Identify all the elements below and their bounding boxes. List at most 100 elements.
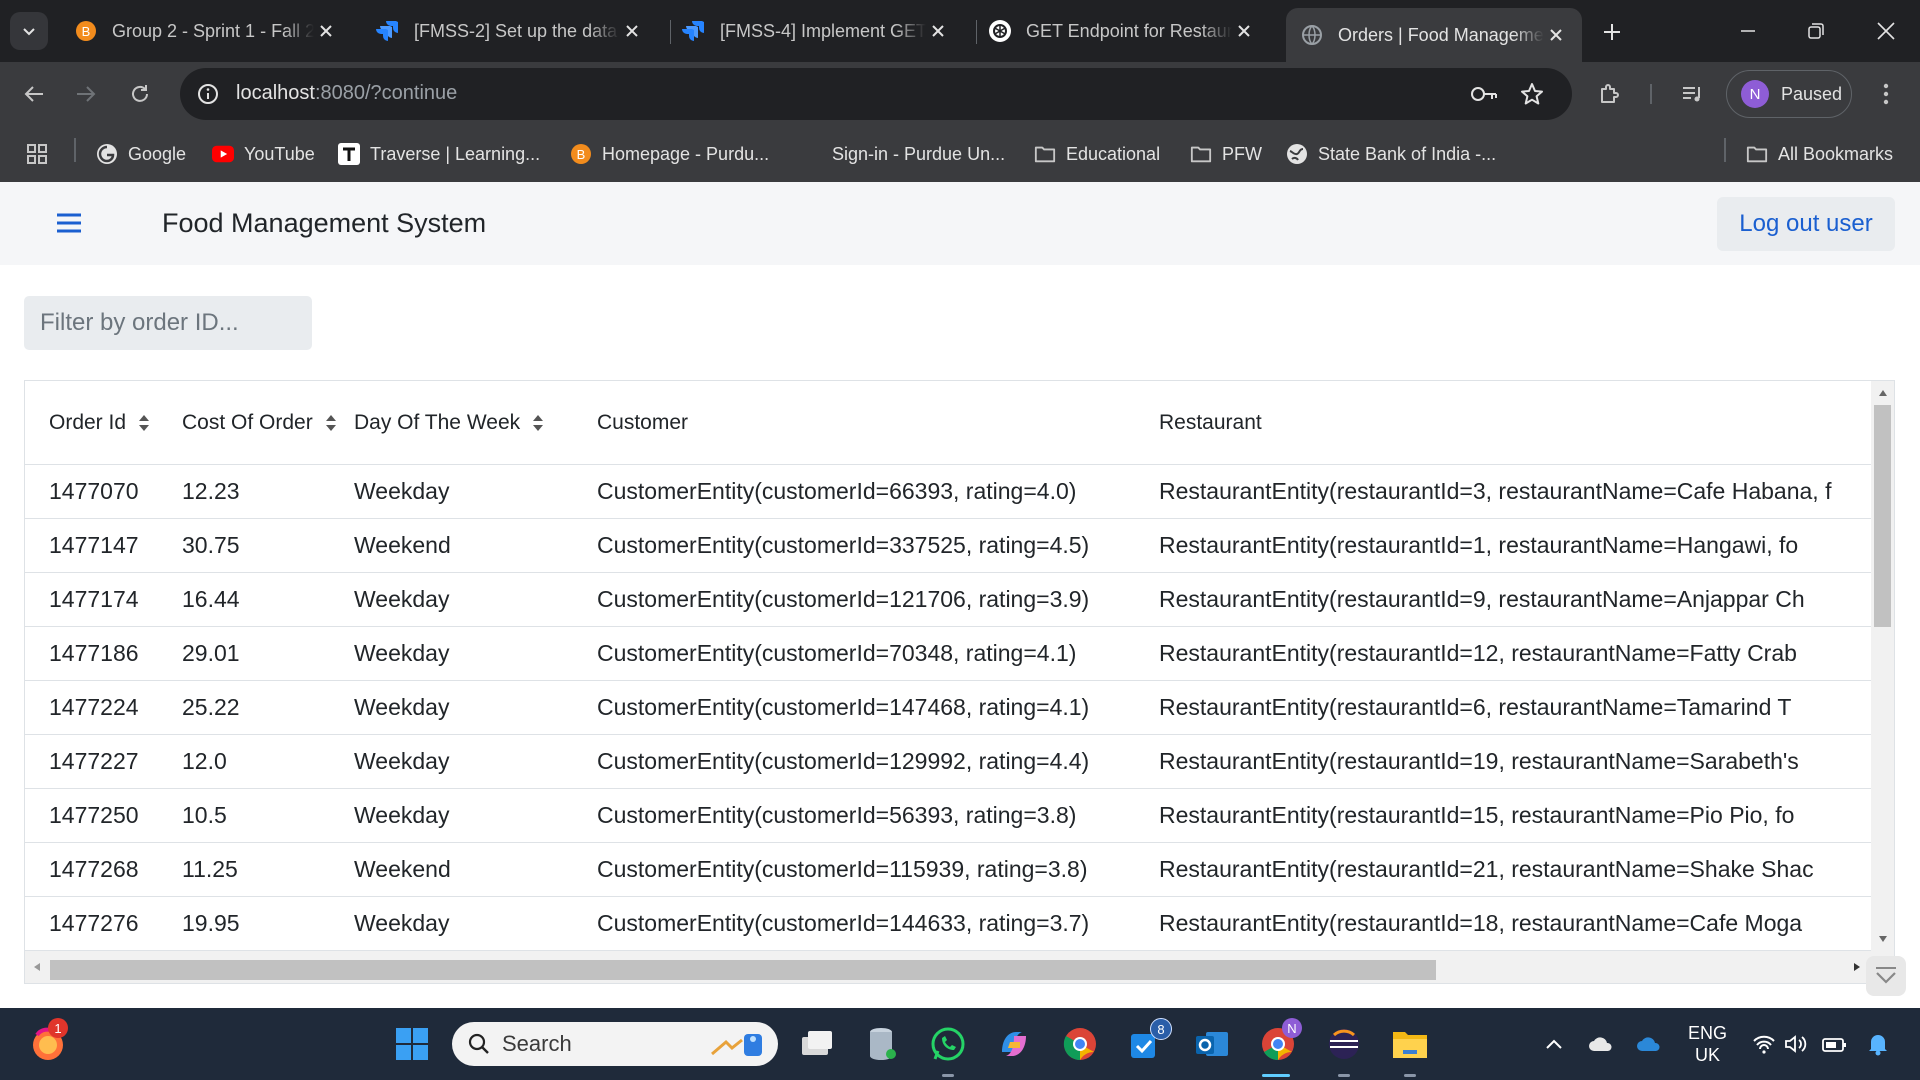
close-icon[interactable] [926,19,950,43]
taskbar-file-explorer[interactable] [1388,1022,1432,1066]
cell-day: Weekday [354,572,597,627]
battery-icon [1821,1034,1849,1054]
show-hidden-icons-button[interactable] [1540,1030,1568,1058]
browser-tab[interactable]: GET Endpoint for Restaur [974,10,1270,52]
all-bookmarks-button[interactable]: All Bookmarks [1746,138,1893,170]
cell-cost: 25.22 [182,680,354,735]
language-code: ENG [1688,1023,1728,1043]
browser-tab[interactable]: [FMSS-2] Set up the data [362,10,658,52]
new-tab-button[interactable] [1596,16,1628,48]
tab-search-button[interactable] [10,12,48,50]
taskbar-search-box[interactable]: Search [452,1022,778,1066]
sort-icon[interactable] [532,414,544,432]
site-info-icon[interactable] [194,80,222,108]
address-bar[interactable]: localhost:8080/?continue [180,68,1572,120]
start-button[interactable] [390,1022,434,1066]
whatsapp-icon [930,1026,966,1062]
taskbar-whatsapp[interactable] [926,1022,970,1066]
wifi-tray[interactable] [1750,1030,1778,1058]
cell-restaurant: RestaurantEntity(restaurantId=3, restaur… [1159,464,1871,519]
bookmark-item[interactable]: State Bank of India -... [1286,138,1496,170]
tab-title: [FMSS-4] Implement GET [720,20,926,41]
taskbar-outlook[interactable] [1190,1022,1234,1066]
forward-button[interactable] [70,78,102,110]
bookmark-item[interactable]: Traverse | Learning... [338,138,540,170]
password-key-icon[interactable] [1470,80,1498,108]
browser-tab[interactable]: [FMSS-4] Implement GET [668,10,964,52]
close-icon[interactable] [1544,23,1568,47]
floating-action-button[interactable] [1866,956,1906,996]
bookmark-item[interactable]: Sign-in - Purdue Un... [800,138,1005,170]
profile-button[interactable]: N Paused [1726,70,1852,118]
url-text: localhost:8080/?continue [236,82,457,105]
column-label: Customer [597,410,689,434]
menu-button[interactable] [54,208,84,238]
bookmark-item[interactable]: Google [96,138,186,170]
minimize-button[interactable] [1720,10,1776,52]
close-icon[interactable] [1232,19,1256,43]
media-control-button[interactable] [1676,78,1708,110]
apps-button[interactable] [26,138,58,170]
profile-badge: N [1282,1018,1302,1038]
volume-tray[interactable] [1782,1030,1810,1058]
onedrive-tray[interactable] [1584,1030,1618,1058]
bookmarks-separator [74,138,76,162]
vertical-scroll-thumb[interactable] [1874,405,1891,627]
language-indicator[interactable]: ENG UK [1688,1022,1727,1066]
cell-day: Weekday [354,680,597,735]
extensions-button[interactable] [1594,78,1626,110]
bookmark-star-icon[interactable] [1518,80,1546,108]
close-icon[interactable] [314,19,338,43]
column-header-cost[interactable]: Cost Of Order [182,381,354,465]
scroll-left-icon[interactable] [31,961,43,973]
taskbar-copilot[interactable] [992,1022,1036,1066]
cell-customer: CustomerEntity(customerId=121706, rating… [597,572,1159,627]
vertical-scrollbar[interactable] [1871,381,1894,951]
bookmark-item[interactable]: YouTube [212,138,315,170]
browser-tab-strip: B Group 2 - Sprint 1 - Fall 2 [FMSS-2] S… [0,0,1920,62]
bookmark-folder[interactable]: Educational [1034,138,1160,170]
bookmark-item[interactable]: B Homepage - Purdu... [570,138,769,170]
order-id-filter-input[interactable] [24,296,312,350]
browser-toolbar: localhost:8080/?continue N Paused [0,62,1920,126]
horizontal-scroll-thumb[interactable] [50,960,1436,980]
taskbar-app[interactable] [860,1022,904,1066]
taskbar-eclipse[interactable] [1322,1022,1366,1066]
onedrive-business-tray[interactable] [1632,1030,1666,1058]
sort-icon[interactable] [138,414,150,432]
table-row: 1477186 29.01 Weekday CustomerEntity(cus… [25,626,1871,681]
logout-button[interactable]: Log out user [1717,197,1895,251]
taskbar-chrome[interactable] [1058,1022,1102,1066]
cloud-icon [1587,1035,1615,1053]
notifications-tray[interactable] [1864,1030,1892,1058]
scroll-down-icon[interactable] [1877,933,1889,945]
taskbar-task-view[interactable] [794,1022,838,1066]
bookmark-label: Traverse | Learning... [370,143,541,164]
running-indicator [942,1074,954,1077]
bookmark-label: YouTube [244,143,315,164]
close-window-button[interactable] [1858,10,1914,52]
column-header-order-id[interactable]: Order Id [25,381,182,465]
back-button[interactable] [18,78,50,110]
browser-tab[interactable]: B Group 2 - Sprint 1 - Fall 2 [60,10,352,52]
close-icon[interactable] [620,19,644,43]
battery-tray[interactable] [1820,1030,1850,1058]
browser-menu-button[interactable] [1870,78,1902,110]
scroll-right-icon[interactable] [1851,961,1863,973]
orders-table-viewport: Order Id Cost Of Order Day Of The Week C… [25,381,1871,951]
bookmark-folder[interactable]: PFW [1190,138,1262,170]
more-vertical-icon [1882,82,1890,106]
database-icon [867,1026,897,1062]
cell-order-id: 1477186 [25,626,182,681]
horizontal-scrollbar[interactable] [25,951,1894,983]
column-header-day[interactable]: Day Of The Week [354,381,597,465]
avatar: N [1741,80,1769,108]
folder-icon [1034,143,1056,165]
sort-icon[interactable] [325,414,337,432]
cell-day: Weekend [354,842,597,897]
reload-button[interactable] [124,78,156,110]
scroll-up-icon[interactable] [1877,387,1889,399]
brightspace-icon: B [74,19,98,43]
browser-tab-active[interactable]: Orders | Food Manageme [1286,8,1582,62]
restore-button[interactable] [1788,10,1844,52]
